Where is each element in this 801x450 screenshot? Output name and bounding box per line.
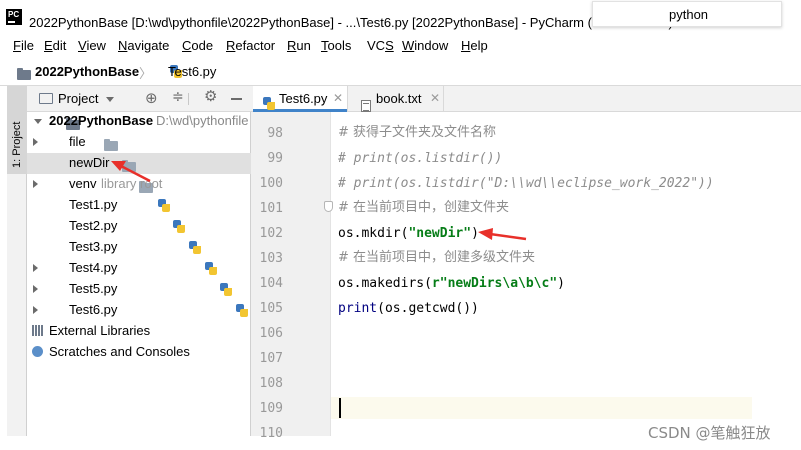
annotation-arrow-mkdir-line — [478, 228, 527, 241]
annotation-arrow-newdir-tree — [111, 161, 151, 183]
watermark: CSDN @笔触狂放 — [648, 424, 771, 442]
annotation-arrows — [111, 161, 527, 241]
